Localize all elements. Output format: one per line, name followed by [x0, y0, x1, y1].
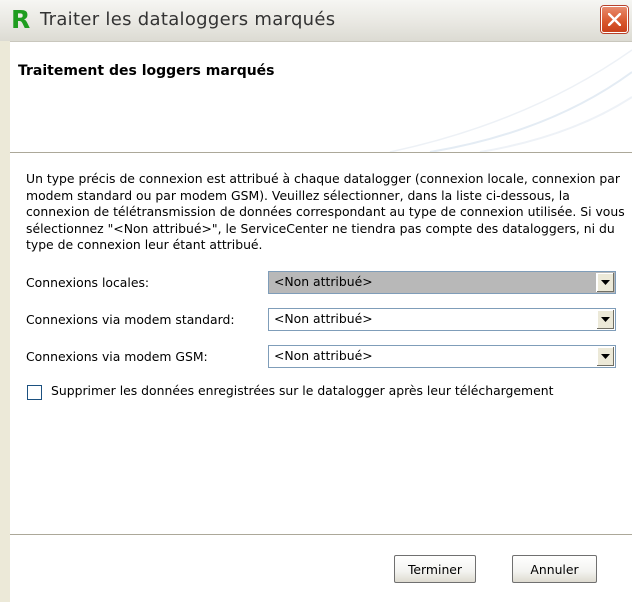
header-decoration: [389, 49, 632, 152]
gsm-modem-select[interactable]: <Non attribué>: [268, 345, 616, 368]
chevron-down-icon: [601, 280, 610, 285]
window-title: Traiter les dataloggers marqués: [40, 9, 336, 30]
local-connections-label: Connexions locales:: [26, 275, 150, 290]
page-title: Traitement des loggers marqués: [18, 63, 275, 79]
finish-button[interactable]: Terminer: [394, 555, 476, 583]
gsm-modem-label: Connexions via modem GSM:: [26, 349, 208, 364]
standard-modem-value: <Non attribué>: [274, 311, 373, 326]
button-bar: Terminer Annuler: [10, 536, 632, 602]
local-connections-select[interactable]: <Non attribué>: [268, 271, 616, 294]
close-button[interactable]: [601, 6, 628, 33]
wizard-header: Traitement des loggers marqués: [10, 42, 632, 152]
local-connections-dropdown-button[interactable]: [596, 273, 614, 292]
description-text: Un type précis de connexion est attribué…: [26, 171, 625, 252]
gsm-modem-value: <Non attribué>: [274, 348, 373, 363]
standard-modem-select[interactable]: <Non attribué>: [268, 308, 616, 331]
standard-modem-label: Connexions via modem standard:: [26, 312, 235, 327]
close-icon: [608, 13, 621, 26]
standard-modem-dropdown-button[interactable]: [596, 310, 614, 329]
delete-after-download-checkbox[interactable]: [27, 385, 42, 400]
dialog-window: R Traiter les dataloggers marqués Traite…: [0, 0, 632, 602]
chevron-down-icon: [601, 317, 610, 322]
title-bar[interactable]: R Traiter les dataloggers marqués: [0, 0, 632, 42]
window-frame: [0, 41, 10, 602]
app-logo-icon: R: [11, 5, 31, 34]
chevron-down-icon: [601, 354, 610, 359]
content-panel: Un type précis de connexion est attribué…: [10, 154, 632, 534]
delete-after-download-label[interactable]: Supprimer les données enregistrées sur l…: [51, 383, 553, 398]
cancel-button[interactable]: Annuler: [512, 555, 597, 583]
local-connections-value: <Non attribué>: [274, 274, 373, 289]
gsm-modem-dropdown-button[interactable]: [596, 347, 614, 366]
